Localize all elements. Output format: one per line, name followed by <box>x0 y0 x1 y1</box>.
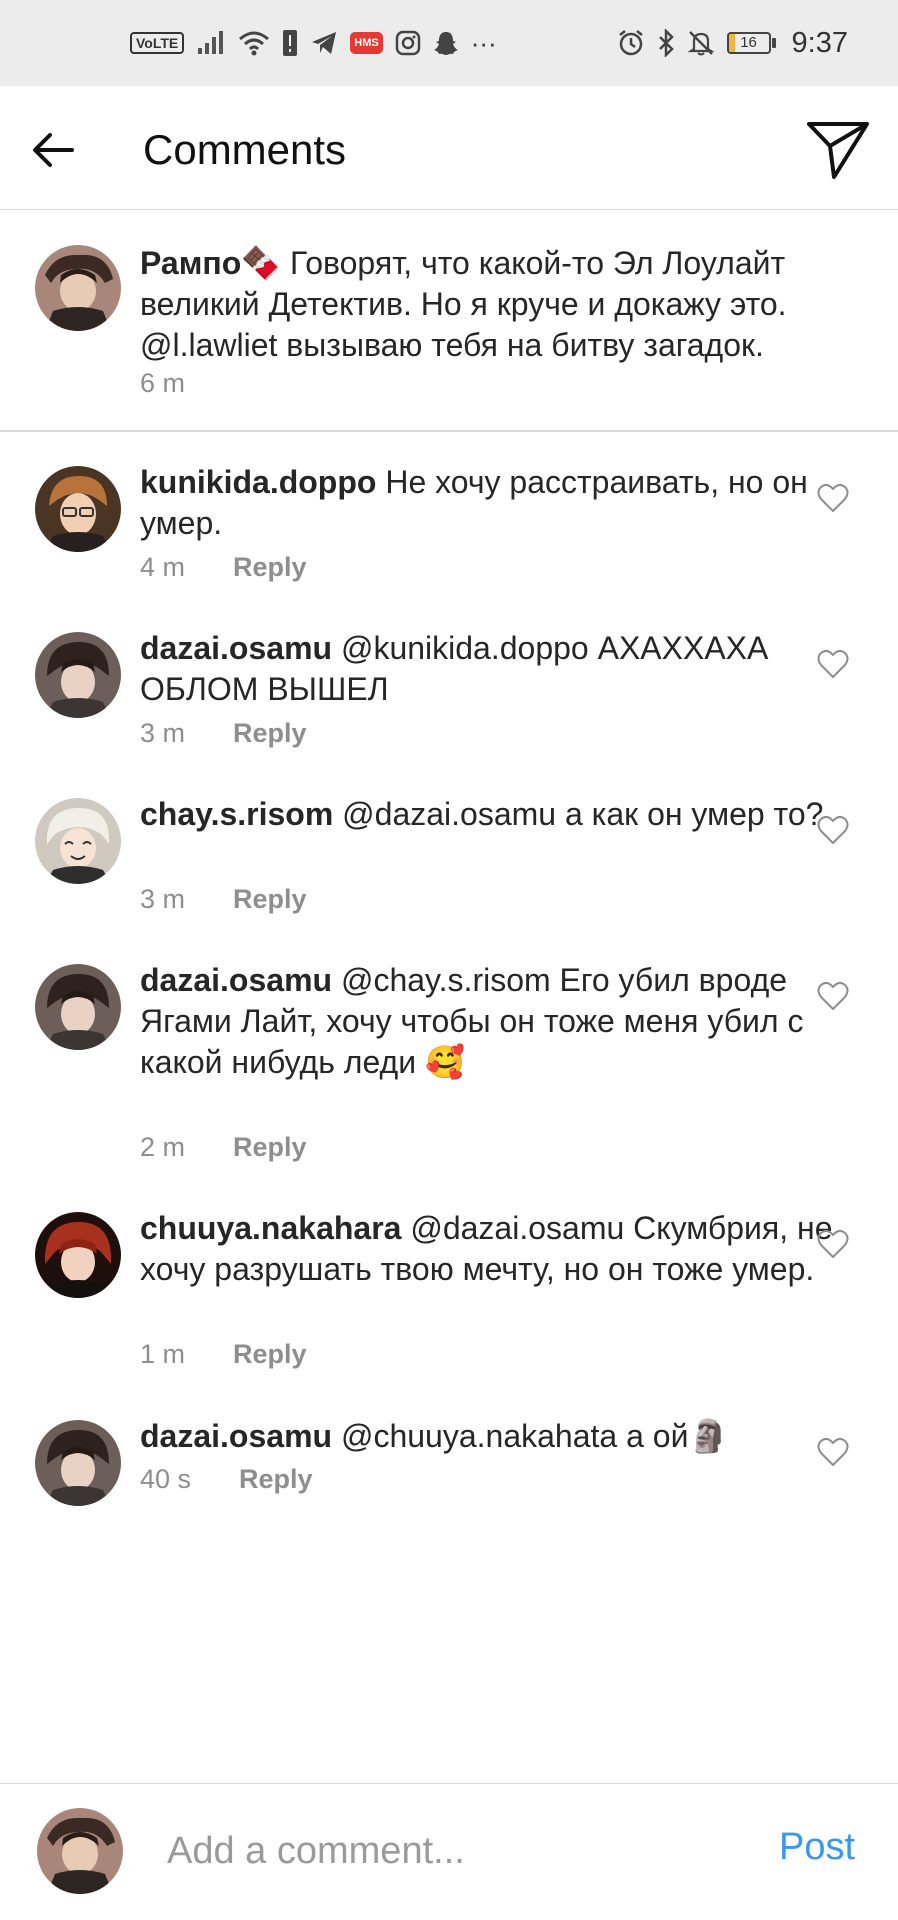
comment-meta: 4 m Reply <box>140 552 307 583</box>
heart-icon[interactable] <box>817 1437 849 1467</box>
comment-text: dazai.osamu @chuuya.nakahata а ой🗿 <box>140 1416 838 1457</box>
avatar[interactable] <box>35 798 121 884</box>
timestamp: 3 m <box>140 718 186 748</box>
status-bar: VoLTE HMS ··· 16 9:37 <box>0 0 898 86</box>
reply-button[interactable]: Reply <box>233 1339 307 1369</box>
timestamp: 40 s <box>140 1464 192 1494</box>
reply-button[interactable]: Reply <box>233 1132 307 1162</box>
reply-button[interactable]: Reply <box>233 552 307 582</box>
arrow-left-icon[interactable] <box>30 126 78 174</box>
comment-username[interactable]: dazai.osamu <box>140 962 332 998</box>
timestamp: 6 m <box>140 368 186 398</box>
comment-text: dazai.osamu @chay.s.risom Его убил вроде… <box>140 960 838 1083</box>
avatar[interactable] <box>35 964 121 1050</box>
hms-icon: HMS <box>350 32 383 54</box>
comment-meta: 1 m Reply <box>140 1339 307 1370</box>
instagram-icon <box>395 30 420 56</box>
battery-level: 16 <box>740 34 757 51</box>
heart-icon[interactable] <box>817 649 849 679</box>
heart-icon[interactable] <box>817 981 849 1011</box>
post-caption: Рампо🍫 Говорят, что какой-то Эл Лоулайт … <box>0 210 898 432</box>
clock: 9:37 <box>791 26 848 59</box>
comments-header: Comments <box>0 86 898 210</box>
timestamp: 4 m <box>140 552 186 582</box>
comment-meta: 2 m Reply <box>140 1132 307 1163</box>
reply-button[interactable]: Reply <box>239 1464 313 1494</box>
caption-username[interactable]: Рампо🍫 <box>140 245 281 281</box>
status-bar-left: VoLTE HMS ··· <box>130 29 497 57</box>
alarm-icon <box>618 30 643 56</box>
more-notifications-icon: ··· <box>470 28 497 58</box>
heart-icon[interactable] <box>817 815 849 845</box>
avatar[interactable] <box>35 466 121 552</box>
timestamp: 3 m <box>140 884 186 914</box>
caption-time: 6 m <box>140 368 185 399</box>
comment-text: chay.s.risom @dazai.osamu а как он умер … <box>140 794 838 835</box>
heart-icon[interactable] <box>817 1229 849 1259</box>
paper-plane-icon[interactable] <box>806 120 870 180</box>
comment-body: @dazai.osamu а как он умер то? <box>333 796 824 832</box>
comment-username[interactable]: kunikida.doppo <box>140 464 376 500</box>
comment-body: @chuuya.nakahata а ой🗿 <box>332 1418 729 1454</box>
timestamp: 2 m <box>140 1132 186 1162</box>
sim-alert-icon <box>283 30 298 56</box>
reply-button[interactable]: Reply <box>233 718 307 748</box>
comment-meta: 3 m Reply <box>140 884 307 915</box>
page-title: Comments <box>143 126 347 173</box>
comment-text: kunikida.doppo Не хочу расстраивать, но … <box>140 462 838 544</box>
wifi-icon <box>239 31 270 56</box>
comment-text: dazai.osamu @kunikida.doppo АХАХХАХА ОБЛ… <box>140 628 838 710</box>
comment-username[interactable]: dazai.osamu <box>140 630 332 666</box>
caption-text: Рампо🍫 Говорят, что какой-то Эл Лоулайт … <box>140 243 838 366</box>
post-button[interactable]: Post <box>779 1826 855 1869</box>
timestamp: 1 m <box>140 1339 186 1369</box>
telegram-icon <box>312 32 337 54</box>
avatar[interactable] <box>35 1212 121 1298</box>
mute-bell-icon <box>686 31 715 56</box>
comment-username[interactable]: chay.s.risom <box>140 796 333 832</box>
reply-button[interactable]: Reply <box>233 884 307 914</box>
volte-icon: VoLTE <box>130 32 185 54</box>
snapchat-icon <box>433 32 458 55</box>
comment-composer: Post <box>0 1783 898 1920</box>
heart-icon[interactable] <box>817 483 849 513</box>
comment-input[interactable] <box>165 1822 729 1880</box>
avatar[interactable] <box>35 245 121 331</box>
avatar[interactable] <box>35 1420 121 1506</box>
comment-text: chuuya.nakahara @dazai.osamu Скумбрия, н… <box>140 1208 838 1290</box>
comment-username[interactable]: dazai.osamu <box>140 1418 332 1454</box>
bluetooth-icon <box>658 29 674 57</box>
comment-meta: 3 m Reply <box>140 718 307 749</box>
avatar <box>37 1808 123 1894</box>
status-bar-right: 16 9:37 <box>617 27 848 60</box>
signal-icon <box>198 31 224 54</box>
battery-icon: 16 <box>726 32 776 54</box>
comment-meta: 40 s Reply <box>140 1464 313 1495</box>
comment-username[interactable]: chuuya.nakahara <box>140 1210 401 1246</box>
avatar[interactable] <box>35 632 121 718</box>
